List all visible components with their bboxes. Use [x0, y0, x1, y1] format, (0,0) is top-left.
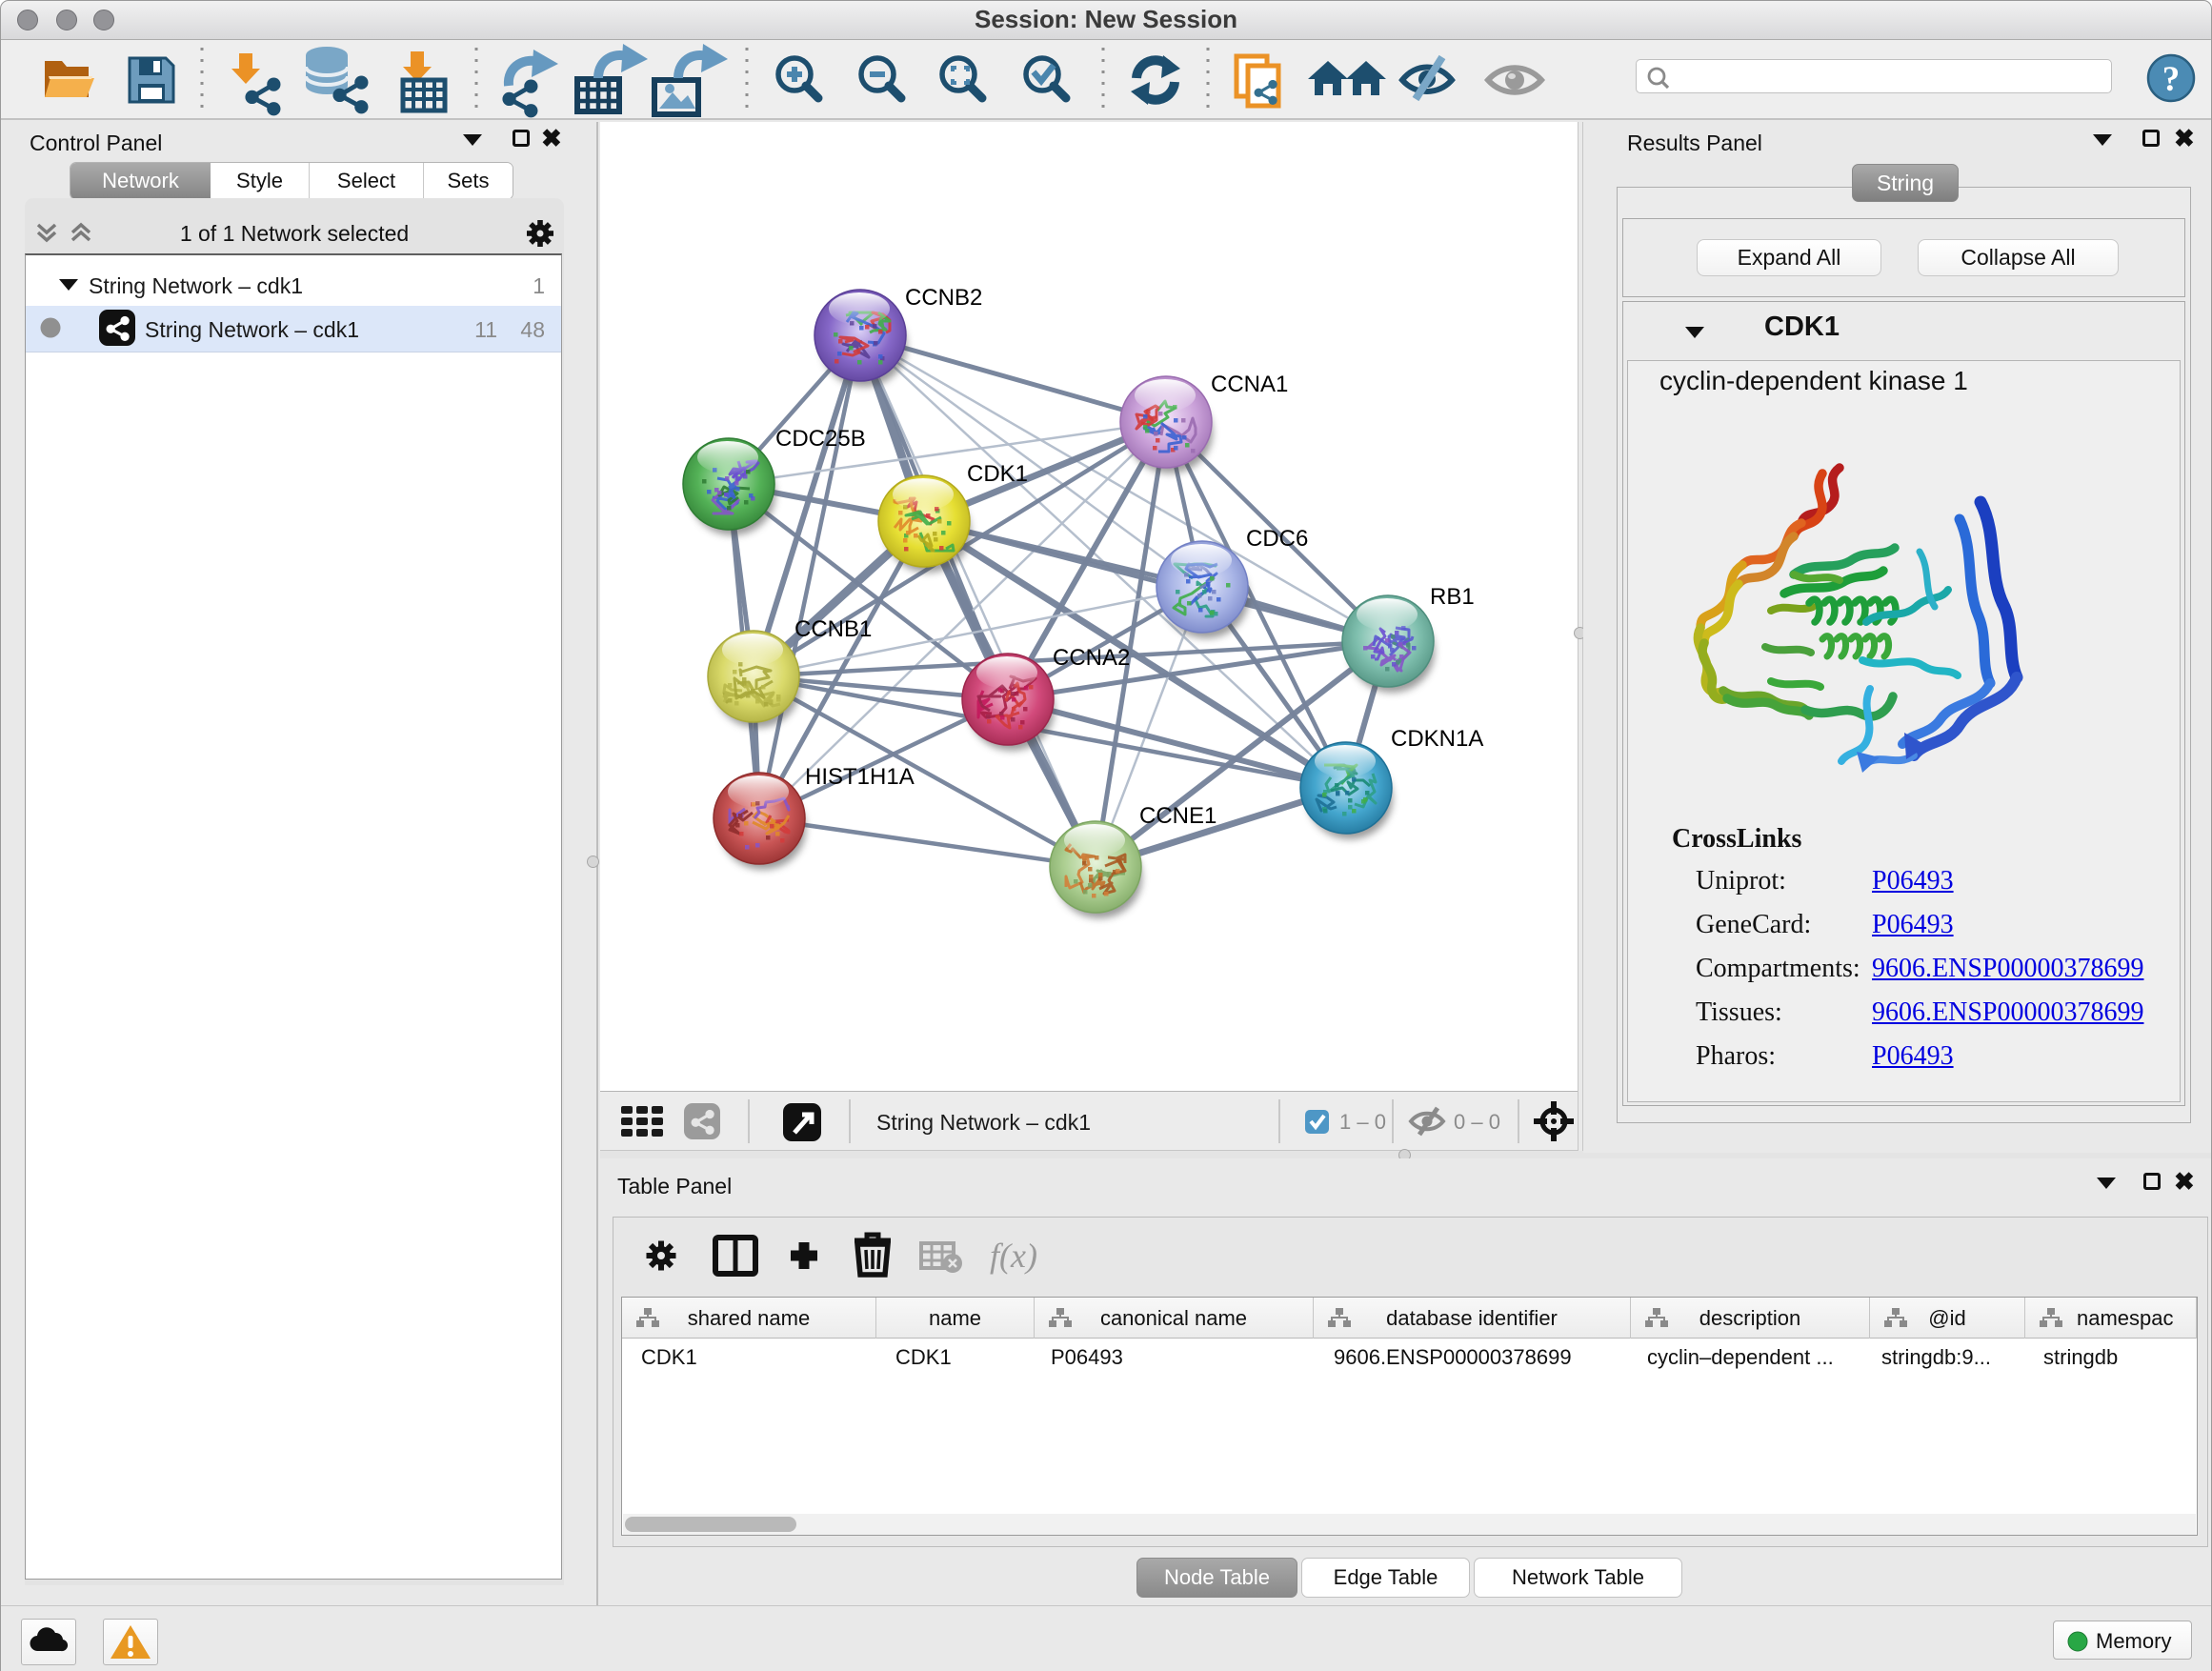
svg-text:CCNB2: CCNB2 — [905, 285, 982, 311]
svg-text:CDC25B: CDC25B — [775, 426, 866, 452]
svg-text:RB1: RB1 — [1430, 584, 1475, 610]
svg-text:CCNA1: CCNA1 — [1211, 372, 1288, 397]
svg-text:f(x): f(x) — [990, 1237, 1037, 1275]
svg-text:CDC6: CDC6 — [1246, 526, 1308, 552]
svg-text:HIST1H1A: HIST1H1A — [805, 764, 915, 790]
svg-text:CDK1: CDK1 — [967, 461, 1028, 487]
svg-text:0 – 0: 0 – 0 — [1454, 1110, 1500, 1134]
svg-text:CDKN1A: CDKN1A — [1391, 726, 1483, 752]
svg-text:CCNA2: CCNA2 — [1053, 645, 1130, 671]
svg-text:1 – 0: 1 – 0 — [1339, 1110, 1386, 1134]
svg-text:CCNB1: CCNB1 — [794, 616, 872, 642]
svg-text:String Network – cdk1: String Network – cdk1 — [876, 1110, 1091, 1135]
svg-text:CCNE1: CCNE1 — [1139, 803, 1217, 829]
svg-text:?: ? — [2162, 60, 2181, 99]
